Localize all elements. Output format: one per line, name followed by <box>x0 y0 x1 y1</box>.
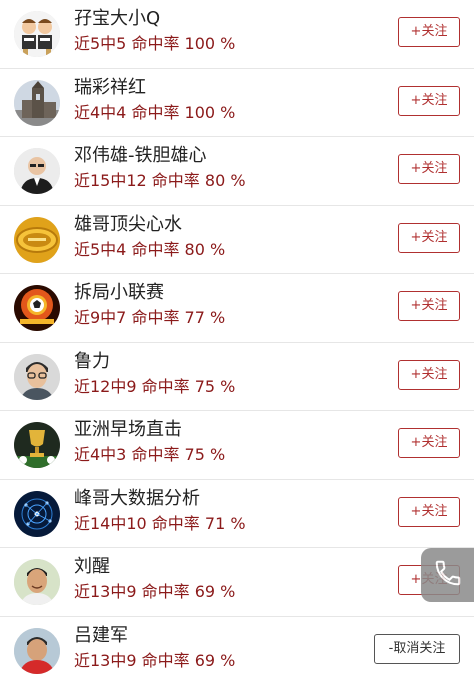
hit-rate-stats: 近4中3 命中率 75 % <box>74 441 225 465</box>
expert-name: 瑞彩祥红 <box>74 73 146 99</box>
expert-name: 雄哥顶尖心水 <box>74 210 182 236</box>
follow-button[interactable]: +关注 <box>398 360 460 390</box>
avatar <box>14 148 60 194</box>
list-item[interactable]: 刘醒 近13中9 命中率 69 % +关注 <box>0 548 474 617</box>
hit-rate-stats: 近12中9 命中率 75 % <box>74 373 235 397</box>
avatar <box>14 422 60 468</box>
avatar <box>14 11 60 57</box>
list-item[interactable]: 雄哥顶尖心水 近5中4 命中率 80 % +关注 <box>0 206 474 275</box>
hit-rate-stats: 近13中9 命中率 69 % <box>74 578 235 602</box>
list-item[interactable]: 孖宝大小Q 近5中5 命中率 100 % +关注 <box>0 0 474 69</box>
list-item[interactable]: 峰哥大数据分析 近14中10 命中率 71 % +关注 <box>0 480 474 549</box>
phone-icon <box>433 558 463 592</box>
man-smiling-avatar-icon <box>14 559 60 605</box>
avatar <box>14 285 60 331</box>
church-tower-avatar-icon <box>14 80 60 126</box>
expert-name: 拆局小联赛 <box>74 278 164 304</box>
blue-network-avatar-icon <box>14 491 60 537</box>
man-portrait-avatar-icon <box>14 148 60 194</box>
list-item[interactable]: 邓伟雄-铁胆雄心 近15中12 命中率 80 % +关注 <box>0 137 474 206</box>
follow-button[interactable]: +关注 <box>398 86 460 116</box>
follow-button[interactable]: +关注 <box>398 428 460 458</box>
hit-rate-stats: 近15中12 命中率 80 % <box>74 167 246 191</box>
avatar <box>14 354 60 400</box>
avatar <box>14 628 60 674</box>
hit-rate-stats: 近5中5 命中率 100 % <box>74 30 235 54</box>
expert-name: 鲁力 <box>74 347 110 373</box>
avatar <box>14 559 60 605</box>
trophy-avatar-icon <box>14 422 60 468</box>
follow-button[interactable]: +关注 <box>398 497 460 527</box>
expert-name: 邓伟雄-铁胆雄心 <box>74 141 207 167</box>
hit-rate-stats: 近5中4 命中率 80 % <box>74 236 225 260</box>
avatar <box>14 80 60 126</box>
call-floating-button[interactable] <box>421 548 474 602</box>
list-item[interactable]: 拆局小联赛 近9中7 命中率 77 % +关注 <box>0 274 474 343</box>
hit-rate-stats: 近14中10 命中率 71 % <box>74 510 246 534</box>
list-item[interactable]: 吕建军 近13中9 命中率 69 % -取消关注 <box>0 617 474 685</box>
avatar <box>14 217 60 263</box>
hit-rate-stats: 近4中4 命中率 100 % <box>74 99 235 123</box>
hit-rate-stats: 近13中9 命中率 69 % <box>74 647 235 671</box>
expert-name: 刘醒 <box>74 552 110 578</box>
expert-name: 孖宝大小Q <box>74 4 160 30</box>
avatar <box>14 491 60 537</box>
man-glasses-avatar-icon <box>14 354 60 400</box>
follow-button[interactable]: +关注 <box>398 154 460 184</box>
list-item[interactable]: 鲁力 近12中9 命中率 75 % +关注 <box>0 343 474 412</box>
follow-button[interactable]: +关注 <box>398 291 460 321</box>
gold-badge-avatar-icon <box>14 217 60 263</box>
follow-button[interactable]: +关注 <box>398 17 460 47</box>
cartoon-twins-avatar-icon <box>14 11 60 57</box>
man-red-shirt-avatar-icon <box>14 628 60 674</box>
list-item[interactable]: 瑞彩祥红 近4中4 命中率 100 % +关注 <box>0 69 474 138</box>
expert-name: 峰哥大数据分析 <box>74 484 200 510</box>
unfollow-button[interactable]: -取消关注 <box>374 634 460 664</box>
expert-list: 孖宝大小Q 近5中5 命中率 100 % +关注 瑞彩祥红 近4中4 命中率 1… <box>0 0 474 678</box>
fiery-football-avatar-icon <box>14 285 60 331</box>
list-item[interactable]: 亚洲早场直击 近4中3 命中率 75 % +关注 <box>0 411 474 480</box>
hit-rate-stats: 近9中7 命中率 77 % <box>74 304 225 328</box>
expert-name: 吕建军 <box>74 621 128 647</box>
expert-name: 亚洲早场直击 <box>74 415 182 441</box>
follow-button[interactable]: +关注 <box>398 223 460 253</box>
